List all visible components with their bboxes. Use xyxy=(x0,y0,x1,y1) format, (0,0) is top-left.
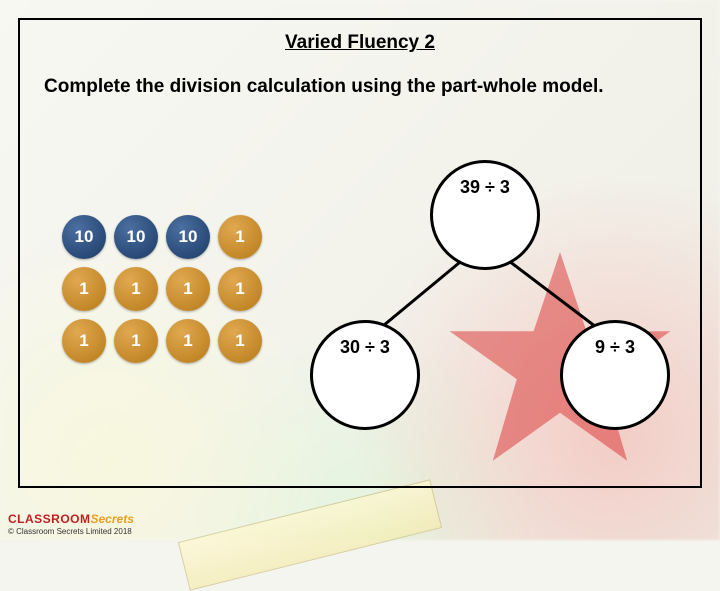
place-value-counters: 10 10 10 1 1 1 1 1 1 1 1 1 xyxy=(62,215,262,363)
counter-one: 1 xyxy=(218,267,262,311)
counter-ten: 10 xyxy=(166,215,210,259)
counter-one: 1 xyxy=(114,267,158,311)
counter-one: 1 xyxy=(62,267,106,311)
instruction-text: Complete the division calculation using … xyxy=(44,76,680,98)
counter-one: 1 xyxy=(166,267,210,311)
part-node-right: 9 ÷ 3 xyxy=(560,320,670,430)
page-title: Varied Fluency 2 xyxy=(20,32,700,54)
part-node-left: 30 ÷ 3 xyxy=(310,320,420,430)
counter-one: 1 xyxy=(114,319,158,363)
brand-word-1: CLASSROOM xyxy=(8,512,91,526)
counter-ten: 10 xyxy=(62,215,106,259)
counter-one: 1 xyxy=(62,319,106,363)
whole-node: 39 ÷ 3 xyxy=(430,160,540,270)
part-whole-diagram: 39 ÷ 3 30 ÷ 3 9 ÷ 3 xyxy=(300,150,700,450)
counter-one: 1 xyxy=(218,215,262,259)
footer: CLASSROOMSecrets © Classroom Secrets Lim… xyxy=(8,512,134,536)
copyright-text: © Classroom Secrets Limited 2018 xyxy=(8,527,134,536)
counter-ten: 10 xyxy=(114,215,158,259)
counter-one: 1 xyxy=(218,319,262,363)
brand-word-2: Secrets xyxy=(91,512,134,526)
counter-one: 1 xyxy=(166,319,210,363)
content-frame: Varied Fluency 2 Complete the division c… xyxy=(18,18,702,488)
